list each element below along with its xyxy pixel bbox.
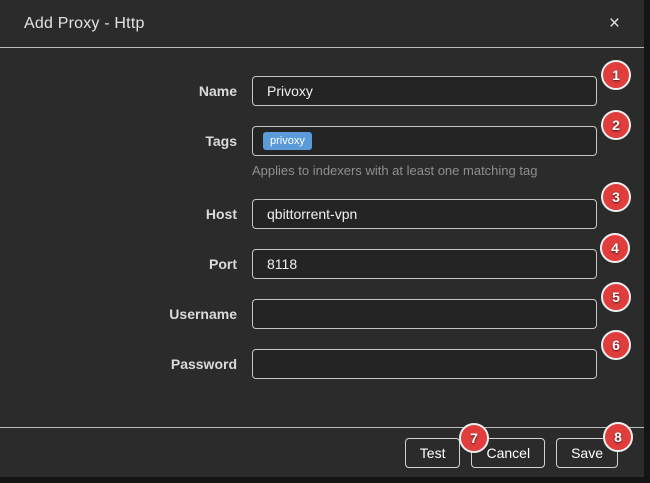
close-icon[interactable]: × xyxy=(605,12,624,35)
password-label: Password xyxy=(0,349,252,379)
modal-header: Add Proxy - Http × xyxy=(0,0,644,48)
test-button[interactable]: Test xyxy=(405,438,461,468)
form-row-tags: Tags privoxy Applies to indexers with at… xyxy=(0,126,644,178)
annotation-badge-8: 8 xyxy=(603,422,633,452)
username-input[interactable] xyxy=(252,299,597,329)
modal-footer: Test Cancel Save xyxy=(0,427,644,477)
form-row-port: Port xyxy=(0,249,644,279)
form-row-name: Name xyxy=(0,76,644,106)
annotation-badge-3: 3 xyxy=(601,182,631,212)
annotation-badge-7: 7 xyxy=(459,423,489,453)
port-label: Port xyxy=(0,249,252,279)
tags-helper-text: Applies to indexers with at least one ma… xyxy=(252,163,597,178)
tag-chip-privoxy: privoxy xyxy=(263,132,312,150)
form-row-password: Password xyxy=(0,349,644,379)
name-label: Name xyxy=(0,76,252,106)
form-row-username: Username xyxy=(0,299,644,329)
add-proxy-modal: Add Proxy - Http × Name Tags privoxy App… xyxy=(0,0,644,477)
form-row-host: Host xyxy=(0,199,644,229)
annotation-badge-4: 4 xyxy=(600,233,630,263)
annotation-badge-5: 5 xyxy=(601,282,631,312)
host-label: Host xyxy=(0,199,252,229)
modal-title: Add Proxy - Http xyxy=(24,15,145,33)
annotation-badge-1: 1 xyxy=(601,60,631,90)
tags-input[interactable]: privoxy xyxy=(252,126,597,156)
name-input[interactable] xyxy=(252,76,597,106)
port-input[interactable] xyxy=(252,249,597,279)
annotation-badge-6: 6 xyxy=(601,330,631,360)
page-background: Add Proxy - Http × Name Tags privoxy App… xyxy=(0,0,650,483)
host-input[interactable] xyxy=(252,199,597,229)
username-label: Username xyxy=(0,299,252,329)
annotation-badge-2: 2 xyxy=(601,110,631,140)
password-input[interactable] xyxy=(252,349,597,379)
tags-label: Tags xyxy=(0,126,252,156)
modal-body: Name Tags privoxy Applies to indexers wi… xyxy=(0,48,644,427)
